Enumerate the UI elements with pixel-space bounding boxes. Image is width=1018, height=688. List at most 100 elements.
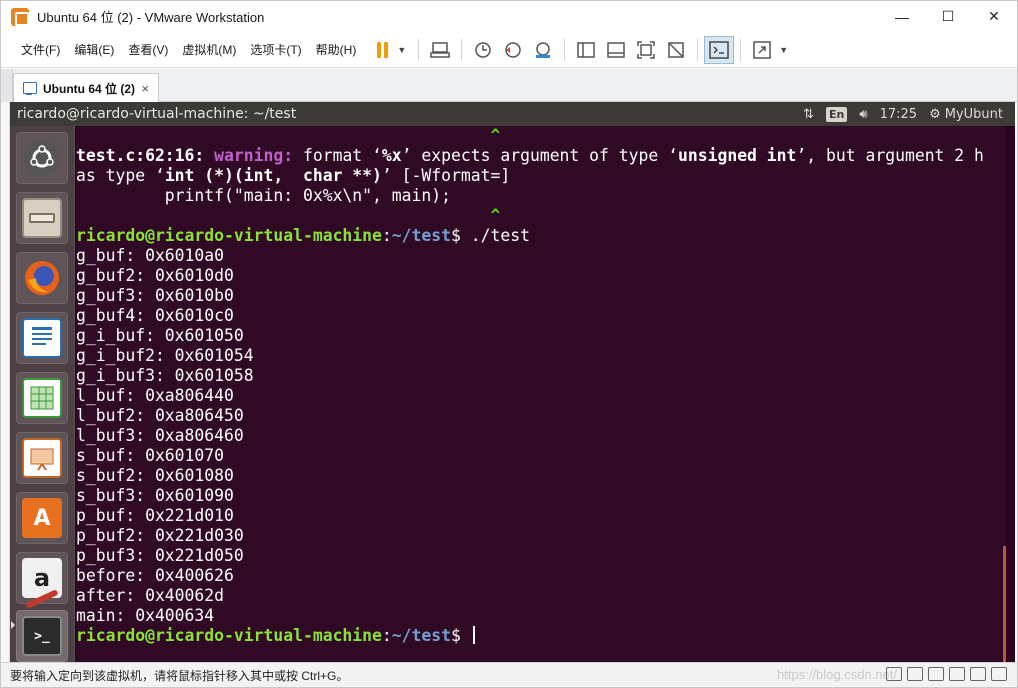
dash-launcher-item[interactable] [16,132,68,184]
show-thumbnail-bar-button[interactable] [601,36,631,64]
terminal-icon: >_ [22,616,62,656]
terminal-line: p_buf: 0x221d010 [76,506,1006,526]
terminal-text-segment: g_buf4: 0x6010c0 [76,306,234,325]
firefox-launcher-item[interactable] [16,252,68,304]
title-bar: Ubuntu 64 位 (2) - VMware Workstation — ☐… [1,1,1017,32]
status-bar: 要将输入定向到该虚拟机，请将鼠标指针移入其中或按 Ctrl+G。 https:/… [1,662,1017,687]
usb-icon[interactable] [949,667,965,681]
terminal-text-segment: test.c:62:16: [76,146,215,165]
terminal-line: before: 0x400626 [76,566,1006,586]
menu-view[interactable]: 查看(V) [121,32,175,68]
menu-file[interactable]: 文件(F) [14,32,67,68]
files-launcher-item[interactable] [16,192,68,244]
menu-vm[interactable]: 虚拟机(M) [175,32,243,68]
calc-launcher-item[interactable] [16,372,68,424]
toolbar-separator [418,38,420,61]
toolbar-separator [461,38,463,61]
system-settings-launcher-item[interactable] [16,588,68,610]
unity-icon [668,41,684,58]
terminal-scrollbar[interactable] [1003,546,1006,662]
close-button[interactable]: ✕ [971,1,1017,32]
ubuntu-logo-icon [24,140,60,176]
writer-launcher-item[interactable] [16,312,68,364]
terminal-text-segment: $ [451,626,471,645]
terminal-text-segment: as type ‘ [76,166,165,185]
terminal-line: s_buf: 0x601070 [76,446,1006,466]
keyboard-layout-indicator[interactable]: En [826,106,848,122]
hard-disk-icon[interactable] [886,667,902,681]
home-tab[interactable] [1,69,13,102]
menu-tabs[interactable]: 选项卡(T) [243,32,308,68]
revert-snapshot-button[interactable] [498,36,528,64]
full-screen-button[interactable] [631,36,661,64]
snapshot-icon [475,41,491,58]
impress-launcher-item[interactable] [16,432,68,484]
terminal-line: l_buf2: 0xa806450 [76,406,1006,426]
terminal-line: ricardo@ricardo-virtual-machine:~/test$ [76,626,1006,646]
software-center-launcher-item[interactable]: A [16,492,68,544]
console-view-button[interactable] [704,35,735,64]
vm-monitor-icon [23,81,37,95]
show-library-button[interactable] [571,36,601,64]
terminal-window[interactable]: ^ test.c:62:16: warning: format ‘%x’ expe… [76,126,1006,662]
terminal-text-segment: s_buf2: 0x601080 [76,466,234,485]
menu-edit[interactable]: 编辑(E) [67,32,121,68]
volume-icon[interactable]: 🔊︎ [859,107,867,122]
stretch-dropdown-icon[interactable]: ▼ [779,45,788,55]
vmware-app-icon [11,7,29,26]
menu-help[interactable]: 帮助(H) [309,32,364,68]
thumbnail-bar-icon [607,41,625,58]
minimize-button[interactable]: — [879,1,925,32]
tab-close-icon[interactable]: × [141,81,149,96]
status-hint: 要将输入定向到该虚拟机，请将鼠标指针移入其中或按 Ctrl+G。 [10,668,349,683]
pause-icon-bar [383,41,388,58]
tab-strip: Ubuntu 64 位 (2) × [1,69,1017,102]
terminal-line: p_buf2: 0x221d030 [76,526,1006,546]
network-icon[interactable]: ⇅ [803,107,814,122]
terminal-text-segment: printf("main: 0x%x\n", main); [76,186,451,205]
panel-indicators: ⇅ En 🔊︎ 17:25 ⚙ MyUbunt [803,102,1015,126]
terminal-text-segment: format ‘ [302,146,382,165]
take-snapshot-button[interactable] [468,36,498,64]
terminal-line: l_buf: 0xa806440 [76,386,1006,406]
libreoffice-calc-icon [22,378,62,418]
guest-display[interactable]: ricardo@ricardo-virtual-machine: ~/test … [10,102,1015,662]
pause-vm-button[interactable] [369,36,395,64]
stretch-guest-button[interactable] [747,36,777,64]
terminal-text-segment: ’ [-Wformat=] [381,166,511,185]
network-adapter-icon[interactable] [928,667,944,681]
keyboard-layout-label: En [826,106,848,122]
sound-card-icon[interactable] [970,667,986,681]
snapshot-manager-button[interactable] [528,36,558,64]
tab-label: Ubuntu 64 位 (2) [43,81,135,96]
revert-snapshot-icon [505,41,521,58]
terminal-text-segment: : [381,626,392,645]
pause-icon [376,41,381,58]
clock[interactable]: 17:25 [880,107,917,122]
session-menu[interactable]: ⚙ MyUbunt [929,107,1003,122]
terminal-launcher-item[interactable]: >_ [16,610,68,662]
unity-launcher: A a >_ [10,126,75,662]
cd-drive-icon[interactable] [907,667,923,681]
terminal-text-segment: unsigned int [677,146,797,165]
library-icon [577,41,595,58]
send-ctrl-alt-del-button[interactable] [425,36,455,64]
terminal-text-segment: before: 0x400626 [76,566,234,585]
firefox-icon [22,258,62,298]
terminal-text-segment: g_buf2: 0x6010d0 [76,266,234,285]
terminal-text-segment: main: 0x400634 [76,606,215,625]
terminal-line: s_buf2: 0x601080 [76,466,1006,486]
unity-mode-button[interactable] [661,36,691,64]
full-screen-icon [637,40,655,59]
power-dropdown-icon[interactable]: ▼ [397,45,406,55]
tab-ubuntu-vm[interactable]: Ubuntu 64 位 (2) × [13,73,159,102]
terminal-line: g_i_buf2: 0x601054 [76,346,1006,366]
terminal-output: ^ test.c:62:16: warning: format ‘%x’ expe… [76,126,1006,646]
toolbar-separator [740,38,742,61]
terminal-line: test.c:62:16: warning: format ‘%x’ expec… [76,146,1006,166]
toolbar-separator [564,38,566,61]
terminal-line: g_buf2: 0x6010d0 [76,266,1006,286]
terminal-line: s_buf3: 0x601090 [76,486,1006,506]
display-icon[interactable] [991,667,1007,681]
maximize-button[interactable]: ☐ [925,1,971,32]
